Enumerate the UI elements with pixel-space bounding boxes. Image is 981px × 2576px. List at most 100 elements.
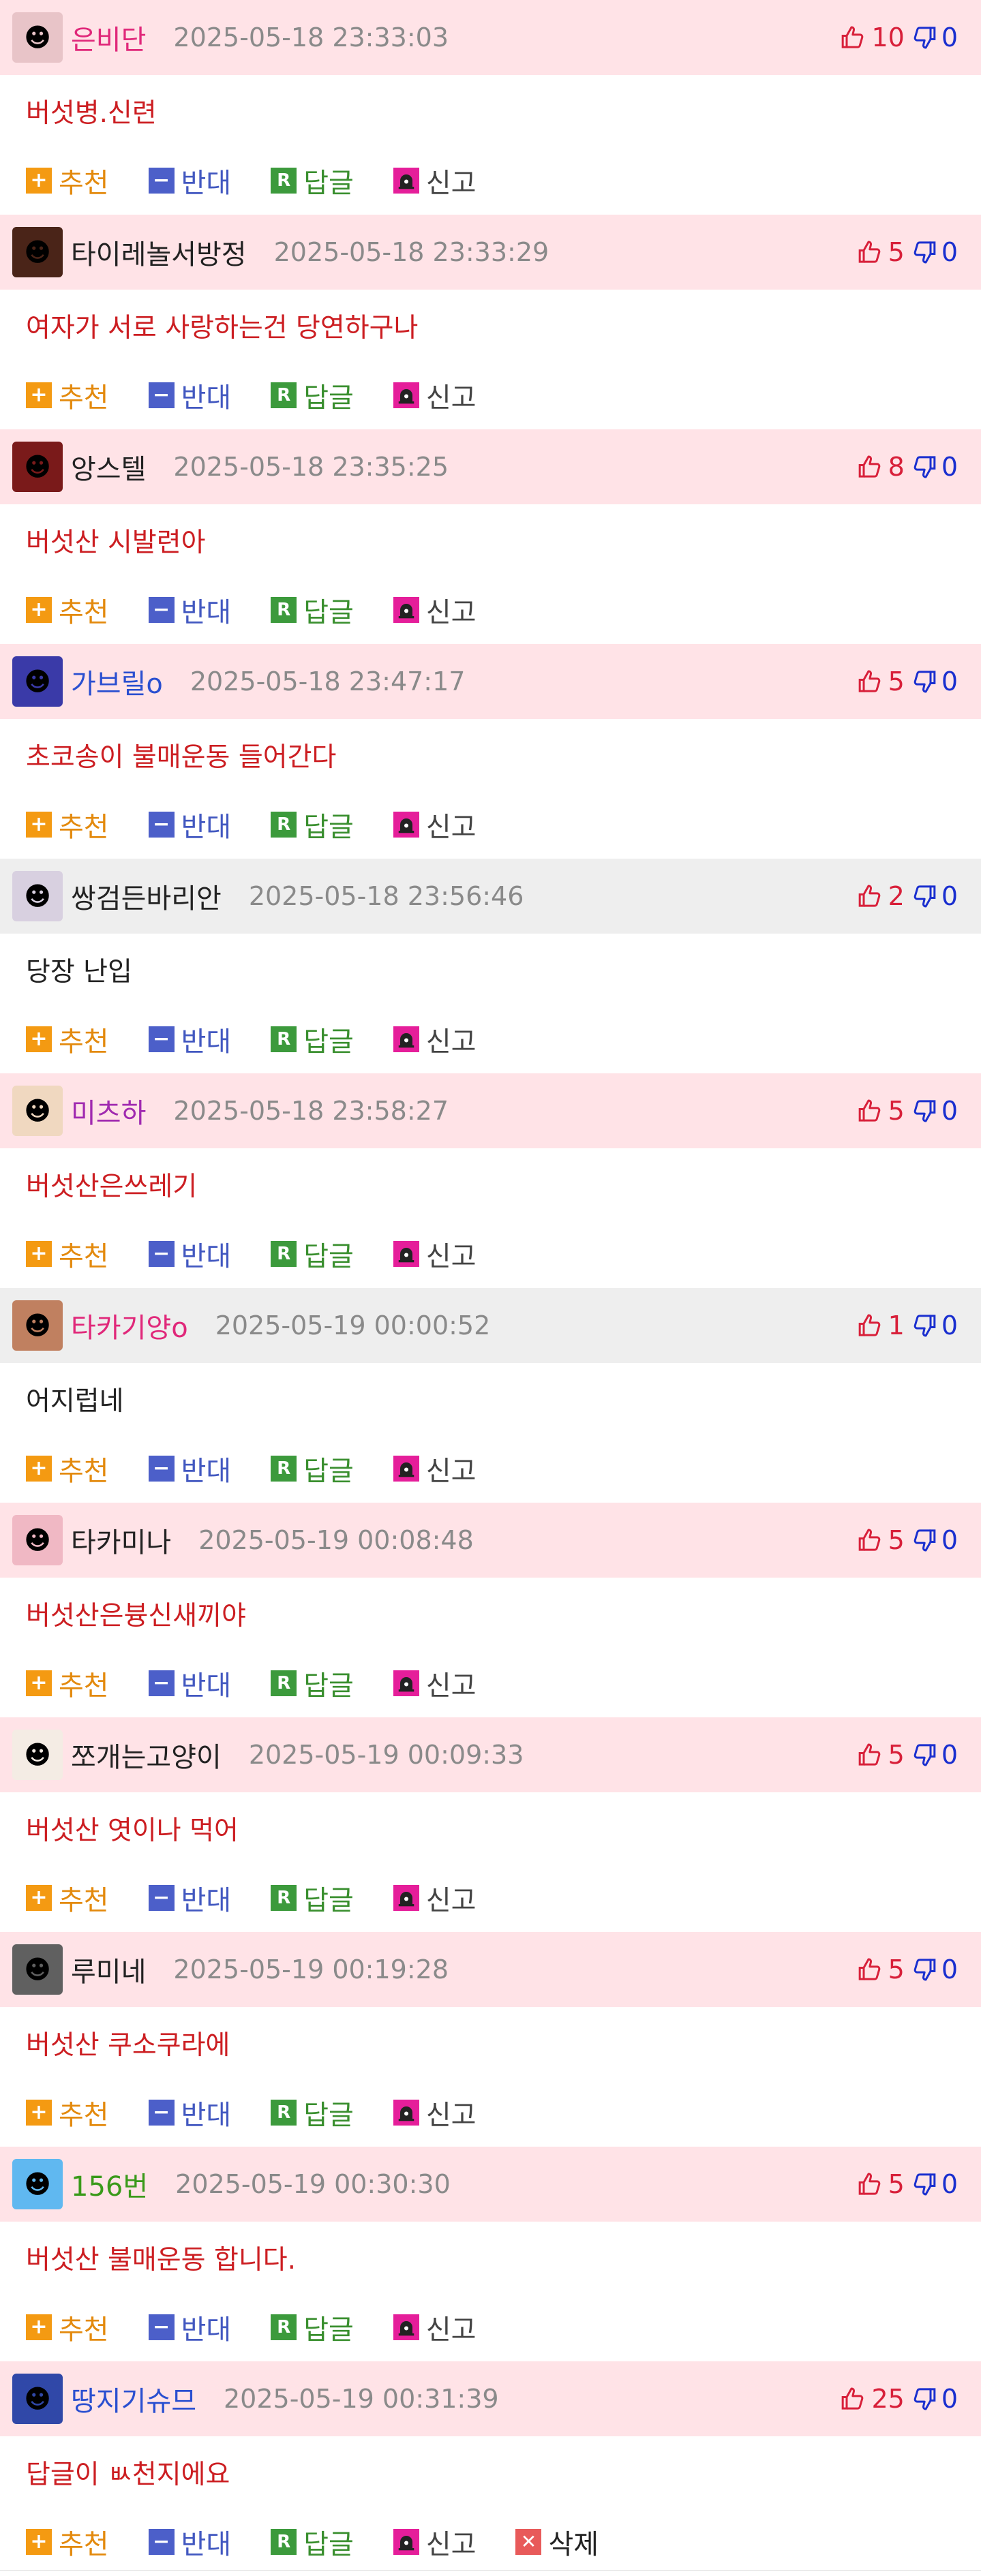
user-nickname[interactable]: 가브릴o (71, 662, 163, 701)
recommend-button[interactable]: + 추천 (26, 2093, 109, 2132)
oppose-button[interactable]: − 반대 (148, 2093, 231, 2132)
oppose-button[interactable]: − 반대 (148, 1878, 232, 1918)
oppose-button[interactable]: − 반대 (148, 1019, 231, 1059)
reply-button[interactable]: R 답글 (271, 1878, 354, 1918)
recommend-button[interactable]: + 추천 (26, 1449, 109, 1488)
downvote-count: 0 (941, 1096, 958, 1126)
thumbs-down-icon (914, 241, 936, 264)
reply-button[interactable]: R 답글 (271, 1449, 354, 1488)
recommend-button[interactable]: + 추천 (26, 590, 109, 630)
user-nickname[interactable]: 156번 (71, 2164, 148, 2204)
user-nickname[interactable]: 타카기양o (71, 1306, 188, 1345)
recommend-button[interactable]: + 추천 (26, 375, 109, 415)
gray-character-avatar[interactable]: ☻ (12, 1944, 63, 1995)
siren-icon (393, 597, 419, 623)
reply-button[interactable]: R 답글 (271, 375, 354, 415)
blue-fairy-avatar[interactable]: ☻ (12, 2159, 63, 2209)
oppose-label: 반대 (181, 1885, 232, 1916)
report-button[interactable]: 신고 (393, 161, 476, 200)
recommend-button[interactable]: + 추천 (26, 161, 109, 200)
minus-icon: − (148, 2100, 175, 2126)
reply-button[interactable]: R 답글 (271, 2093, 354, 2132)
oppose-button[interactable]: − 반대 (148, 161, 231, 200)
oppose-button[interactable]: − 반대 (148, 375, 231, 415)
reply-button[interactable]: R 답글 (271, 805, 354, 844)
delete-label: 삭제 (548, 2529, 599, 2560)
swordsman-avatar[interactable]: ☻ (12, 871, 63, 921)
oppose-button[interactable]: − 반대 (148, 2307, 231, 2347)
user-nickname[interactable]: 쪼개는고양이 (71, 1735, 222, 1775)
anime-girl-avatar[interactable]: ☻ (12, 12, 63, 63)
manga-face-avatar[interactable]: ☻ (12, 1086, 63, 1136)
user-nickname[interactable]: 타이레놀서방정 (71, 232, 247, 272)
recommend-button[interactable]: + 추천 (26, 1234, 109, 1274)
downvote-count: 0 (941, 881, 958, 911)
oppose-button[interactable]: − 반대 (148, 805, 231, 844)
user-nickname[interactable]: 땅지기슈므 (71, 2379, 196, 2419)
minus-icon: − (148, 2529, 175, 2555)
report-button[interactable]: 신고 (393, 1019, 476, 1059)
dark-figure-avatar[interactable]: ☻ (12, 227, 63, 277)
report-button[interactable]: 신고 (393, 1878, 476, 1918)
comment-date: 2025-05-18 23:47:17 (190, 666, 466, 696)
plus-icon: + (26, 1456, 52, 1482)
recommend-button[interactable]: + 추천 (26, 2307, 109, 2347)
navy-character-avatar[interactable]: ☻ (12, 2374, 63, 2424)
user-nickname[interactable]: 미츠하 (71, 1091, 146, 1131)
comment-date: 2025-05-19 00:31:39 (224, 2384, 499, 2414)
comment-date: 2025-05-18 23:33:29 (273, 237, 549, 267)
report-button[interactable]: 신고 (393, 590, 477, 630)
vote-counts: 5 0 (857, 1932, 958, 2007)
recommend-label: 추천 (59, 1456, 109, 1487)
downvote-count: 0 (941, 2169, 958, 2199)
red-character-avatar[interactable]: ☻ (12, 442, 63, 492)
oppose-button[interactable]: − 반대 (148, 1234, 231, 1274)
report-button[interactable]: 신고 (393, 375, 476, 415)
downvote-count: 0 (941, 237, 958, 267)
user-nickname[interactable]: 앙스텔 (71, 447, 146, 487)
reply-button[interactable]: R 답글 (271, 1234, 354, 1274)
plus-icon: + (26, 2314, 52, 2340)
siren-icon (393, 1670, 419, 1696)
reply-icon: R (271, 597, 297, 623)
reply-label: 답글 (303, 1026, 354, 1058)
oppose-button[interactable]: − 반대 (148, 590, 231, 630)
vote-counts: 5 0 (857, 2147, 958, 2222)
thumbs-down-icon (914, 1100, 936, 1122)
reply-button[interactable]: R 답글 (271, 161, 354, 200)
report-label: 신고 (425, 597, 477, 628)
oppose-button[interactable]: − 반대 (148, 1449, 231, 1488)
avatar-icon: ☻ (24, 22, 51, 52)
reply-button[interactable]: R 답글 (271, 590, 354, 630)
report-button[interactable]: 신고 (393, 805, 476, 844)
reply-button[interactable]: R 답글 (271, 2522, 354, 2562)
recommend-button[interactable]: + 추천 (26, 1663, 109, 1703)
reply-button[interactable]: R 답글 (271, 2307, 354, 2347)
oppose-button[interactable]: − 반대 (148, 2522, 231, 2562)
delete-button[interactable]: ✕ 삭제 (515, 2522, 599, 2562)
report-button[interactable]: 신고 (393, 1449, 476, 1488)
user-nickname[interactable]: 쌍검든바리안 (71, 876, 222, 916)
report-button[interactable]: 신고 (393, 2093, 476, 2132)
purple-character-avatar[interactable]: ☻ (12, 656, 63, 707)
recommend-button[interactable]: + 추천 (26, 1019, 109, 1059)
user-nickname[interactable]: 타카미나 (71, 1520, 171, 1560)
reply-button[interactable]: R 답글 (271, 1019, 354, 1059)
recommend-button[interactable]: + 추천 (26, 805, 109, 844)
oppose-button[interactable]: − 반대 (148, 1663, 231, 1703)
reply-label: 답글 (303, 597, 354, 628)
cat-face-avatar[interactable]: ☻ (12, 1730, 63, 1780)
report-button[interactable]: 신고 (393, 2307, 476, 2347)
report-button[interactable]: 신고 (393, 1234, 476, 1274)
pink-blossom-avatar[interactable]: ☻ (12, 1515, 63, 1565)
report-button[interactable]: 신고 (393, 1663, 476, 1703)
recommend-button[interactable]: + 추천 (26, 1878, 109, 1918)
user-nickname[interactable]: 루미네 (71, 1950, 146, 1989)
vote-counts: 2 0 (857, 859, 958, 934)
recommend-button[interactable]: + 추천 (26, 2522, 109, 2562)
vote-counts: 10 0 (840, 0, 958, 75)
user-nickname[interactable]: 은비단 (71, 18, 146, 57)
reply-button[interactable]: R 답글 (271, 1663, 354, 1703)
report-button[interactable]: 신고 (393, 2522, 476, 2562)
brown-hair-girl-avatar[interactable]: ☻ (12, 1300, 63, 1351)
